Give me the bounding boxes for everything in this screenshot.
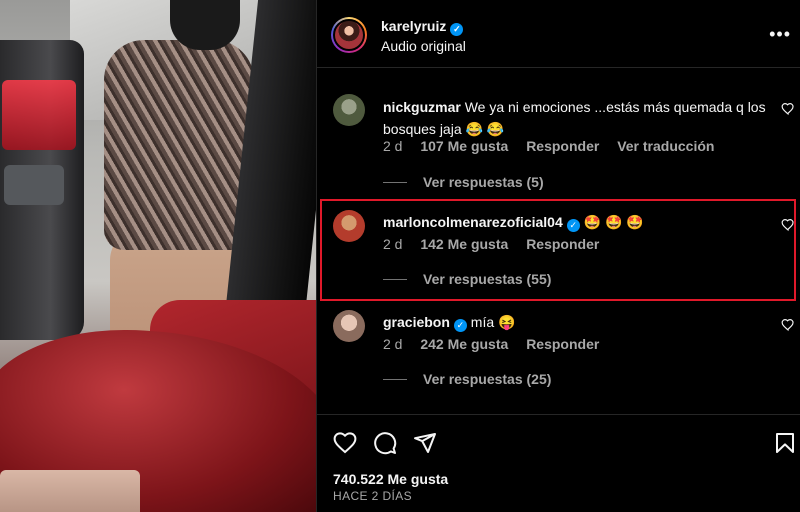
verified-badge-icon: ✓ [453, 319, 467, 332]
view-replies-button[interactable]: Ver respuestas (5) [383, 174, 544, 190]
reply-button[interactable]: Responder [526, 138, 599, 154]
more-options-icon[interactable]: ••• [769, 24, 791, 45]
highlight-box [320, 199, 796, 301]
post-video[interactable] [0, 0, 316, 512]
comment-time: 2 d [383, 138, 403, 154]
translate-button[interactable]: Ver traducción [617, 138, 714, 154]
audio-link[interactable]: Audio original [381, 38, 466, 54]
video-door-handle [4, 165, 64, 205]
share-send-icon[interactable] [413, 431, 437, 455]
post-header: karelyruiz ✓ Audio original ••• [317, 0, 800, 68]
comment-meta: 2 d 107 Me gusta Responder Ver traducció… [383, 138, 728, 154]
post-date: HACE 2 DÍAS [333, 489, 413, 503]
comment-time: 2 d [383, 336, 403, 352]
bookmark-save-icon[interactable] [773, 431, 797, 455]
like-comment-heart-icon[interactable] [781, 318, 795, 332]
post-likes-count[interactable]: 740.522 Me gusta [333, 471, 448, 487]
video-handbag [0, 470, 140, 512]
view-replies-button[interactable]: Ver respuestas (25) [383, 371, 551, 387]
comment-meta: 2 d 242 Me gusta Responder [383, 336, 613, 352]
replies-divider [383, 379, 407, 380]
author-username[interactable]: karelyruiz ✓ [381, 18, 464, 36]
author-avatar[interactable] [331, 17, 367, 53]
commenter-avatar[interactable] [333, 310, 365, 342]
commenter-username[interactable]: graciebon [383, 314, 450, 330]
commenter-avatar[interactable] [333, 94, 365, 126]
comment-text: graciebon ✓ mía 😝 [383, 311, 773, 333]
comment-likes[interactable]: 242 Me gusta [420, 336, 508, 352]
like-comment-heart-icon[interactable] [781, 102, 795, 116]
commenter-username[interactable]: nickguzmar [383, 99, 461, 115]
post-panel: karelyruiz ✓ Audio original ••• nickguzma… [316, 0, 800, 512]
comment-body: mía 😝 [470, 314, 516, 330]
comments-list[interactable]: nickguzmar We ya ni emociones ...estás m… [317, 68, 800, 414]
video-door-light [2, 80, 76, 150]
comment-likes[interactable]: 107 Me gusta [420, 138, 508, 154]
video-person [104, 40, 254, 250]
verified-badge-icon: ✓ [450, 23, 464, 36]
replies-divider [383, 182, 407, 183]
reply-button[interactable]: Responder [526, 336, 599, 352]
like-heart-icon[interactable] [333, 431, 357, 455]
video-person-head [170, 0, 240, 50]
comment-text: nickguzmar We ya ni emociones ...estás m… [383, 96, 773, 140]
post-actions: 740.522 Me gusta HACE 2 DÍAS [317, 414, 800, 512]
comment-bubble-icon[interactable] [373, 431, 397, 455]
